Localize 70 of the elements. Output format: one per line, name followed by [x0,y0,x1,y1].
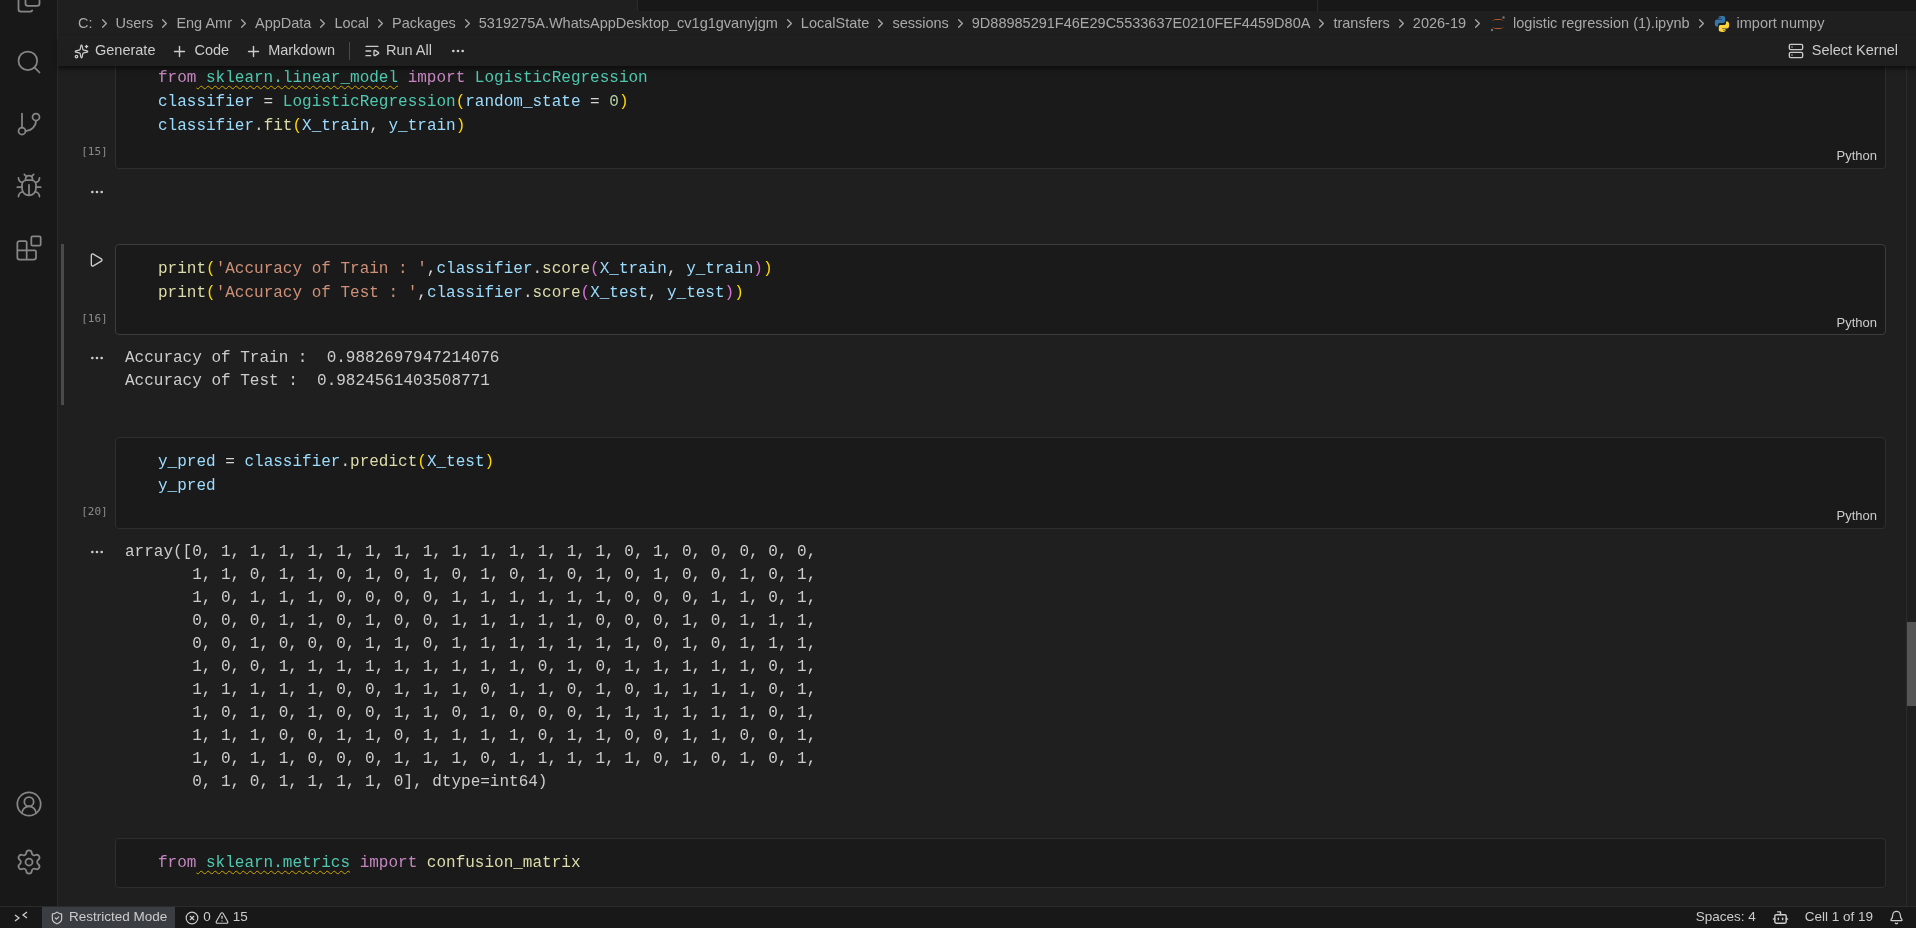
language-label[interactable]: Python [1836,506,1877,526]
warning-icon [214,910,229,925]
breadcrumb-item[interactable]: transfers [1333,12,1390,35]
breadcrumb-item[interactable]: 9D88985291F46E29C5533637E0210FEF4459D80A [971,12,1311,35]
breadcrumb-item[interactable]: import numpy [1736,12,1825,35]
add-cell-button[interactable]: Markdown [241,39,340,63]
copilot-icon[interactable] [1771,909,1789,926]
output-line: 1, 1, 1, 0, 0, 1, 1, 0, 1, 1, 1, 1, 0, 1, 1, 0, 0, 1, 1, 0, 0, 1, [191,725,817,747]
output-line: 0, 0, 0, 1, 1, 0, 1, 0, 0, 1, 1, 1, 1, 1, 0, 0, 0, 1, 0, 1, 1, 1, [191,610,817,632]
breadcrumb-item[interactable]: logistic regression (1).ipynb [1513,12,1690,35]
code-line: from sklearn.metrics import confusion_matrix [158,852,581,874]
breadcrumb-item[interactable]: LocalState [800,12,870,35]
bug-icon[interactable] [14,172,43,200]
output-line: Accuracy of Test : 0.9824561403508771 [125,371,490,392]
notebook-icon [1489,14,1508,33]
breadcrumb-item[interactable]: Eng Amr [176,12,232,35]
python-icon [1712,14,1731,33]
generate-button[interactable]: Generate [70,39,160,63]
code-cell[interactable]: from sklearn.linear_model import LogisticRegression classifier = LogisticRegression(random_state = 0) classifier.fit(X_train, y_train) Python [115,66,1886,169]
breadcrumb-item[interactable]: sessions [892,12,949,35]
error-count: 0 [203,908,211,927]
breadcrumb-item[interactable]: Local [334,12,370,35]
run-all-icon [364,43,381,59]
scrollbar-thumb[interactable] [1907,622,1916,706]
output-line: 1, 0, 1, 1, 1, 0, 0, 0, 0, 1, 1, 1, 1, 1, 1, 0, 0, 0, 1, 1, 0, 1, [191,587,817,609]
indentation-button[interactable]: Spaces: 4 [1695,907,1756,928]
problems-button[interactable]: 0 15 [175,907,258,928]
breadcrumb-item[interactable]: Users [115,12,154,35]
breadcrumb-item[interactable]: C: [78,12,93,35]
breadcrumb-item[interactable]: AppData [255,12,312,35]
run-all-button[interactable]: Run All [360,39,436,63]
breadcrumb-item[interactable]: Packages [392,12,456,35]
code-line: classifier.fit(X_train, y_train) [158,116,466,137]
account-icon[interactable] [14,790,43,818]
extensions-icon[interactable] [14,234,43,262]
breadcrumb-item[interactable]: 2026-19 [1412,12,1467,35]
bell-icon[interactable] [1889,910,1904,925]
select-kernel-button[interactable]: Select Kernel [1787,40,1898,62]
breadcrumb-item[interactable]: 5319275A.WhatsAppDesktop_cv1g1gvanyjgm [478,12,778,35]
shield-icon [50,910,64,925]
cell-position-button[interactable]: Cell 1 of 19 [1804,907,1873,928]
error-icon [185,910,200,925]
code-line: print('Accuracy of Test : ',classifier.score(X_test, y_test)) [158,282,744,304]
output-line: 1, 0, 1, 1, 0, 0, 0, 1, 1, 1, 0, 1, 1, 1, 1, 1, 0, 1, 0, 1, 0, 1, [191,748,817,770]
output-line: 1, 0, 0, 1, 1, 1, 1, 1, 1, 1, 1, 1, 0, 1, 0, 1, 1, 1, 1, 1, 0, 1, [191,656,817,678]
execution-count: [16] [81,310,108,327]
code-line: classifier = LogisticRegression(random_state = 0) [158,92,629,113]
code-line: from sklearn.linear_model import LogisticRegression [158,68,648,89]
output-line: Accuracy of Train : 0.9882697947214076 [125,348,500,369]
output-line: 1, 1, 1, 1, 1, 0, 0, 1, 1, 1, 0, 1, 1, 0, 1, 0, 1, 1, 1, 1, 0, 1, [191,679,817,701]
code-line: y_pred = classifier.predict(X_test) [158,452,495,473]
output-line: 1, 1, 0, 1, 1, 0, 1, 0, 1, 0, 1, 0, 1, 0, 1, 0, 1, 0, 0, 1, 0, 1, [191,564,817,586]
output-line: 0, 1, 0, 1, 1, 1, 1, 0], dtype=int64) [191,771,548,793]
code-cell[interactable]: print('Accuracy of Train : ',classifier.score(X_train, y_train)) print('Accuracy of Test : ',classifier.score(X_test, y_test)) Python [115,243,1886,335]
sparkle-icon [74,43,89,59]
execution-count: [15] [81,144,108,160]
code-line: y_pred [158,476,216,497]
language-label[interactable]: Python [1836,312,1877,332]
language-label[interactable]: Python [1836,146,1877,166]
execution-count: [20] [81,504,108,520]
output-line: 0, 0, 1, 0, 0, 0, 1, 1, 0, 1, 1, 1, 1, 1, 1, 1, 0, 1, 0, 1, 1, 1, [191,633,817,655]
output-line: 1, 0, 1, 0, 1, 0, 0, 1, 1, 0, 1, 0, 0, 0, 1, 1, 1, 1, 1, 1, 0, 1, [191,702,817,724]
server-icon [1787,43,1804,59]
output-line: array([0, 1, 1, 1, 1, 1, 1, 1, 1, 1, 1, 1, 1, 1, 1, 0, 1, 0, 0, 0, 0, 0, [125,541,817,563]
code-cell[interactable]: y_pred = classifier.predict(X_test) y_pred Python [115,437,1886,529]
restricted-mode-button[interactable]: Restricted Mode [42,907,176,928]
warning-count: 15 [232,908,248,927]
code-cell[interactable]: from sklearn.metrics import confusion_matrix [115,837,1886,888]
code-line: print('Accuracy of Train : ',classifier.score(X_train, y_train)) [158,258,773,280]
add-cell-button[interactable]: Code [167,39,234,63]
